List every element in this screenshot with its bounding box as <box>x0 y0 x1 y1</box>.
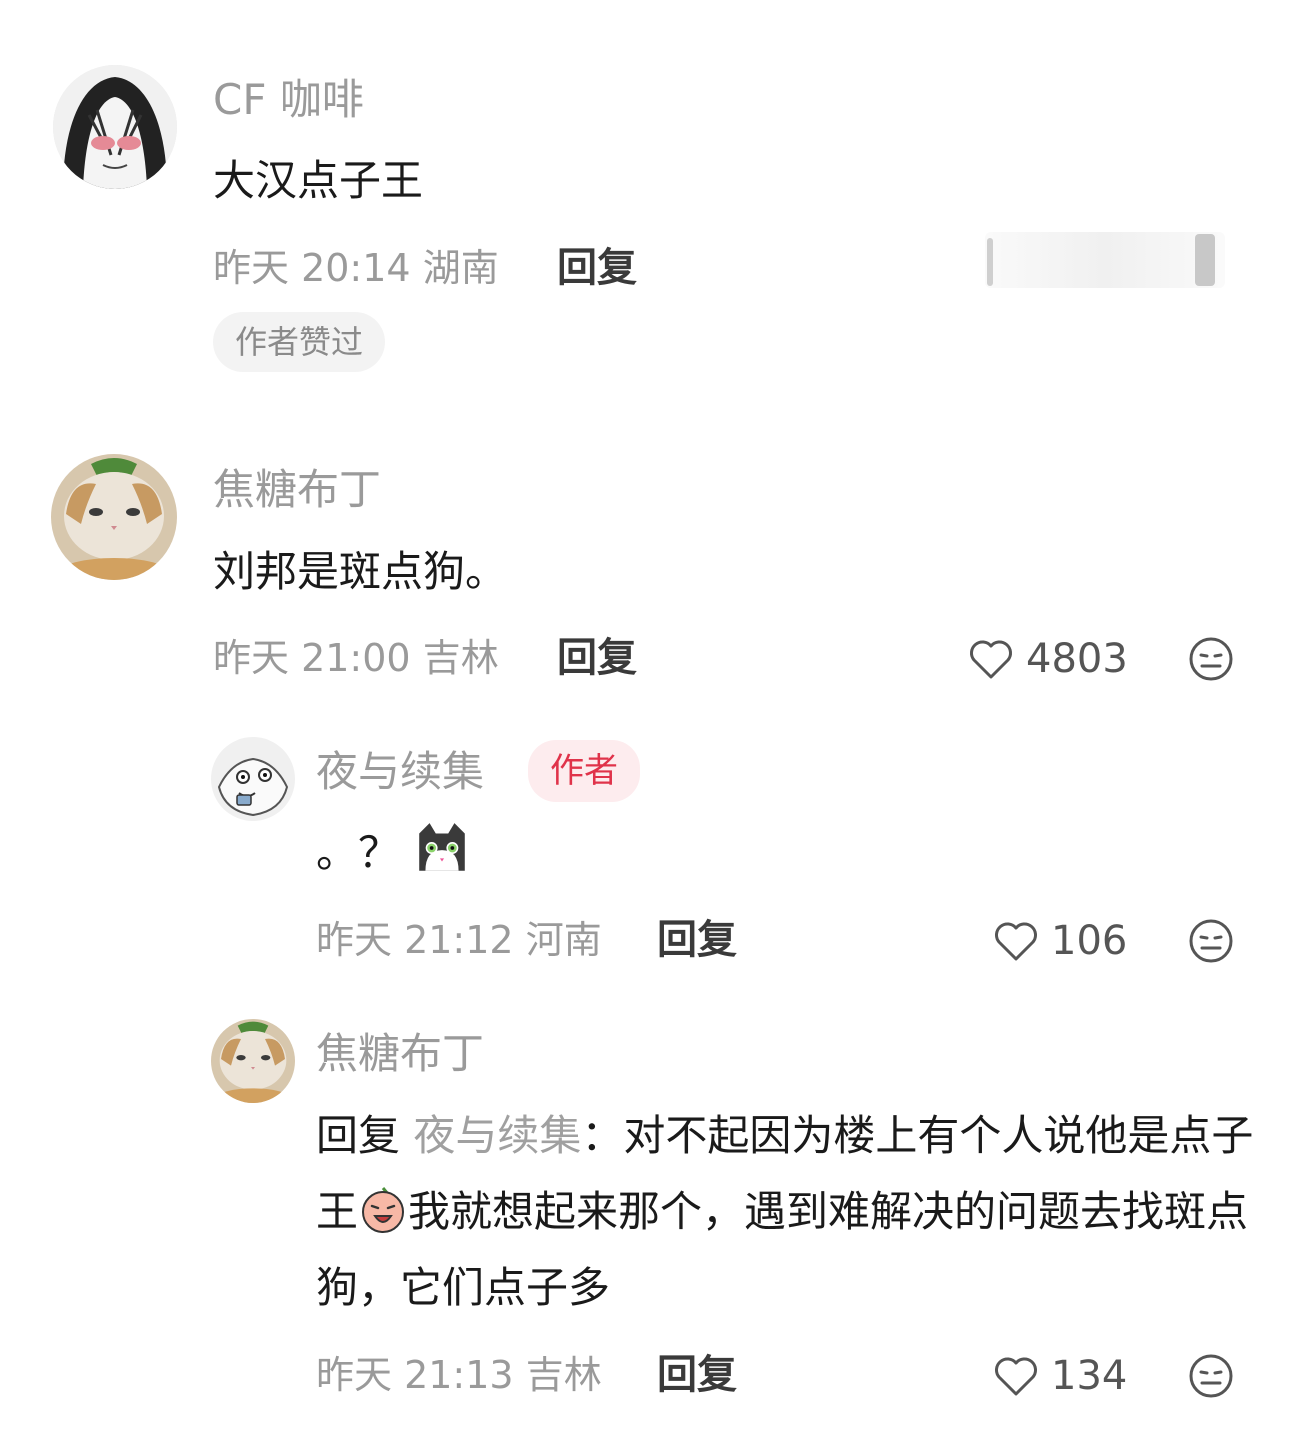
reply-text: 。？ <box>316 815 471 891</box>
reply-button[interactable]: 回复 <box>557 634 637 682</box>
heart-icon <box>970 640 1012 679</box>
like-count: 106 <box>1051 918 1128 964</box>
comment-timestamp: 昨天 20:14 湖南 <box>213 244 499 292</box>
reply-button[interactable]: 回复 <box>657 1351 737 1399</box>
like-count: 4803 <box>1026 636 1128 682</box>
avatar[interactable] <box>51 454 177 580</box>
avatar[interactable] <box>211 1019 295 1103</box>
reply-button[interactable]: 回复 <box>657 916 737 964</box>
dislike-face-icon[interactable] <box>1187 917 1235 965</box>
comment-author-name[interactable]: 焦糖布丁 <box>213 464 381 516</box>
author-badge: 作者 <box>528 740 640 802</box>
like-button[interactable]: 134 <box>991 1351 1127 1401</box>
comment-region: 湖南 <box>422 246 499 290</box>
dislike-face-icon[interactable] <box>1187 1352 1235 1400</box>
comment-text: 大汉点子王 <box>213 156 424 205</box>
reply-prefix: 回复 <box>316 1111 401 1160</box>
comment-author-name[interactable]: CF 咖啡 <box>213 74 364 126</box>
like-count: 134 <box>1051 1353 1128 1399</box>
avatar[interactable] <box>211 737 295 821</box>
blurred-like-area <box>985 232 1225 288</box>
reply-time: 昨天 21:13 <box>316 1353 514 1397</box>
reply-time: 昨天 21:12 <box>316 918 514 962</box>
reply-text-body: 。？ <box>316 828 401 877</box>
reply-timestamp: 昨天 21:13 吉林 <box>316 1351 602 1399</box>
blur-artifact <box>987 238 993 286</box>
comment-time: 昨天 21:00 <box>213 636 411 680</box>
reply-author-name[interactable]: 焦糖布丁 <box>316 1028 484 1080</box>
reply-text-body: 我就想起来那个，遇到难解决的问题去找斑点狗，它们点子多 <box>316 1187 1249 1312</box>
comment-text: 刘邦是斑点狗。 <box>213 547 508 596</box>
reply-author-name[interactable]: 夜与续集 <box>316 746 484 798</box>
comment-timestamp: 昨天 21:00 吉林 <box>213 634 499 682</box>
reply-text: 回复 夜与续集：对不起因为楼上有个人说他是点子王 我就想起来那个，遇到难解决的问… <box>316 1098 1266 1326</box>
comment-region: 吉林 <box>422 636 499 680</box>
reply-region: 河南 <box>525 918 602 962</box>
avatar[interactable] <box>53 65 177 189</box>
comment-time: 昨天 20:14 <box>213 246 411 290</box>
heart-icon <box>995 1357 1037 1396</box>
cat-emoji-icon <box>419 823 466 871</box>
reply-to-name[interactable]: 夜与续集 <box>413 1111 581 1160</box>
reply-timestamp: 昨天 21:12 河南 <box>316 916 602 964</box>
dislike-face-icon[interactable] <box>1187 635 1235 683</box>
reply-button[interactable]: 回复 <box>557 244 637 292</box>
blur-artifact <box>1195 234 1215 286</box>
heart-icon <box>995 922 1037 961</box>
reply-region: 吉林 <box>525 1353 602 1397</box>
crying-emoji-icon <box>362 1187 405 1233</box>
like-button[interactable]: 4803 <box>966 634 1128 684</box>
author-liked-badge: 作者赞过 <box>213 312 386 372</box>
like-button[interactable]: 106 <box>991 916 1127 966</box>
